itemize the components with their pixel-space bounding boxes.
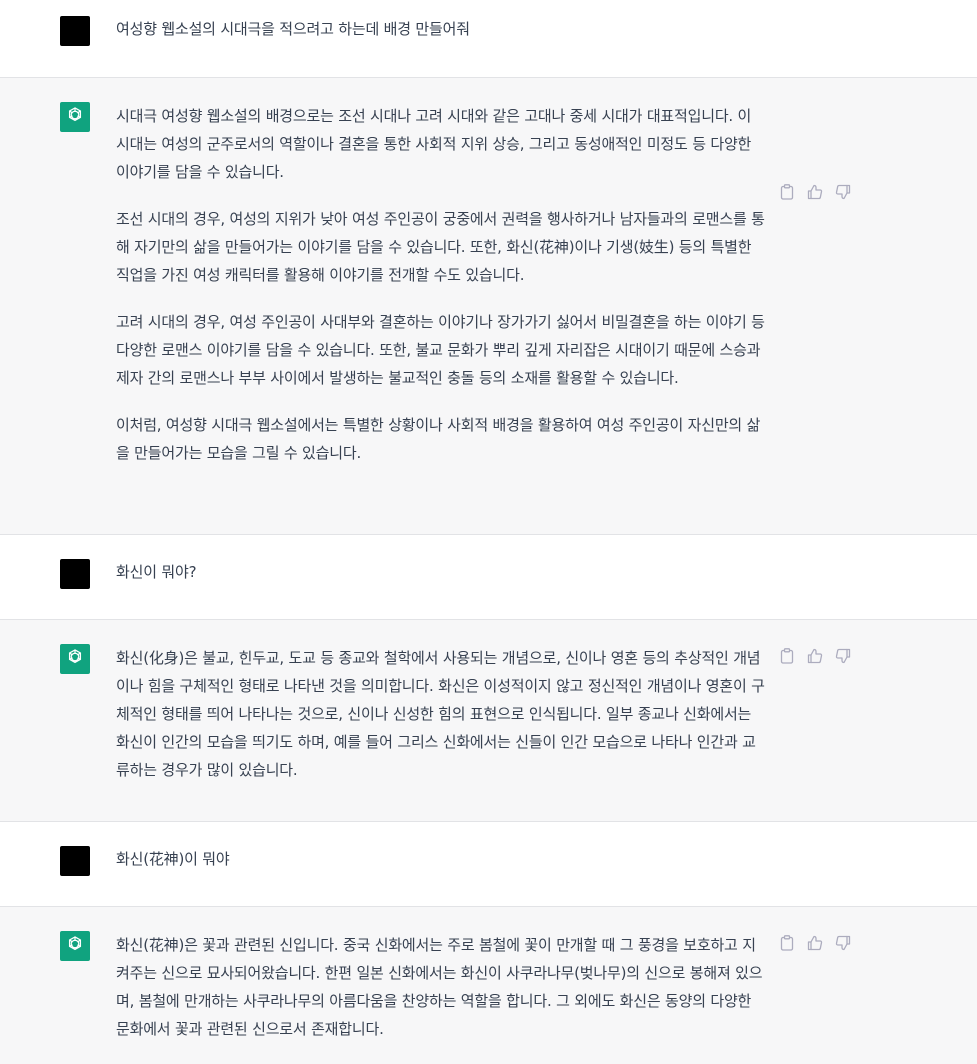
message-actions	[779, 935, 851, 951]
user-message-text: 화신(花神)이 뭐야	[116, 850, 230, 868]
assistant-message: 화신(化身)은 불교, 힌두교, 도교 등 종교와 철학에서 사용되는 개념으로…	[0, 620, 977, 822]
conversation-thread: 여성향 웹소설의 시대극을 적으려고 하는데 배경 만들어줘 시대극 여성향 웹…	[0, 0, 977, 1064]
assistant-avatar	[60, 931, 90, 961]
assistant-avatar	[60, 644, 90, 674]
thumbs-up-icon[interactable]	[807, 648, 823, 664]
message-paragraph: 고려 시대의 경우, 여성 주인공이 사대부와 결혼하는 이야기나 장가가기 싫…	[116, 313, 765, 387]
message-paragraph: 조선 시대의 경우, 여성의 지위가 낮아 여성 주인공이 궁중에서 권력을 행…	[116, 210, 765, 284]
assistant-message: 화신(花神)은 꽃과 관련된 신입니다. 중국 신화에서는 주로 봄철에 꽃이 …	[0, 907, 977, 1064]
message-paragraph: 화신(花神)은 꽃과 관련된 신입니다. 중국 신화에서는 주로 봄철에 꽃이 …	[116, 936, 763, 1038]
openai-logo-icon	[65, 934, 85, 958]
assistant-message-text: 시대극 여성향 웹소설의 배경으로는 조선 시대나 고려 시대와 같은 고대나 …	[116, 102, 768, 467]
message-actions	[779, 648, 851, 664]
openai-logo-icon	[65, 647, 85, 671]
user-avatar	[60, 16, 90, 46]
user-message-text: 화신이 뭐야?	[116, 563, 197, 581]
assistant-message: 시대극 여성향 웹소설의 배경으로는 조선 시대나 고려 시대와 같은 고대나 …	[0, 78, 977, 535]
message-actions	[779, 184, 851, 200]
assistant-message-text: 화신(花神)은 꽃과 관련된 신입니다. 중국 신화에서는 주로 봄철에 꽃이 …	[116, 931, 768, 1043]
openai-logo-icon	[65, 105, 85, 129]
user-avatar	[60, 559, 90, 589]
user-message: 화신이 뭐야?	[0, 535, 977, 620]
message-paragraph: 시대극 여성향 웹소설의 배경으로는 조선 시대나 고려 시대와 같은 고대나 …	[116, 107, 752, 181]
thumbs-down-icon[interactable]	[835, 935, 851, 951]
user-message: 여성향 웹소설의 시대극을 적으려고 하는데 배경 만들어줘	[0, 0, 977, 78]
clipboard-icon[interactable]	[779, 184, 795, 200]
clipboard-icon[interactable]	[779, 935, 795, 951]
clipboard-icon[interactable]	[779, 648, 795, 664]
user-avatar	[60, 846, 90, 876]
thumbs-down-icon[interactable]	[835, 184, 851, 200]
thumbs-up-icon[interactable]	[807, 184, 823, 200]
user-message-text: 여성향 웹소설의 시대극을 적으려고 하는데 배경 만들어줘	[116, 20, 470, 38]
message-paragraph: 화신(化身)은 불교, 힌두교, 도교 등 종교와 철학에서 사용되는 개념으로…	[116, 649, 765, 779]
user-message: 화신(花神)이 뭐야	[0, 822, 977, 907]
thumbs-down-icon[interactable]	[835, 648, 851, 664]
thumbs-up-icon[interactable]	[807, 935, 823, 951]
assistant-message-text: 화신(化身)은 불교, 힌두교, 도교 등 종교와 철학에서 사용되는 개념으로…	[116, 644, 768, 784]
assistant-avatar	[60, 102, 90, 132]
message-paragraph: 이처럼, 여성향 시대극 웹소설에서는 특별한 상황이나 사회적 배경을 활용하…	[116, 416, 761, 462]
